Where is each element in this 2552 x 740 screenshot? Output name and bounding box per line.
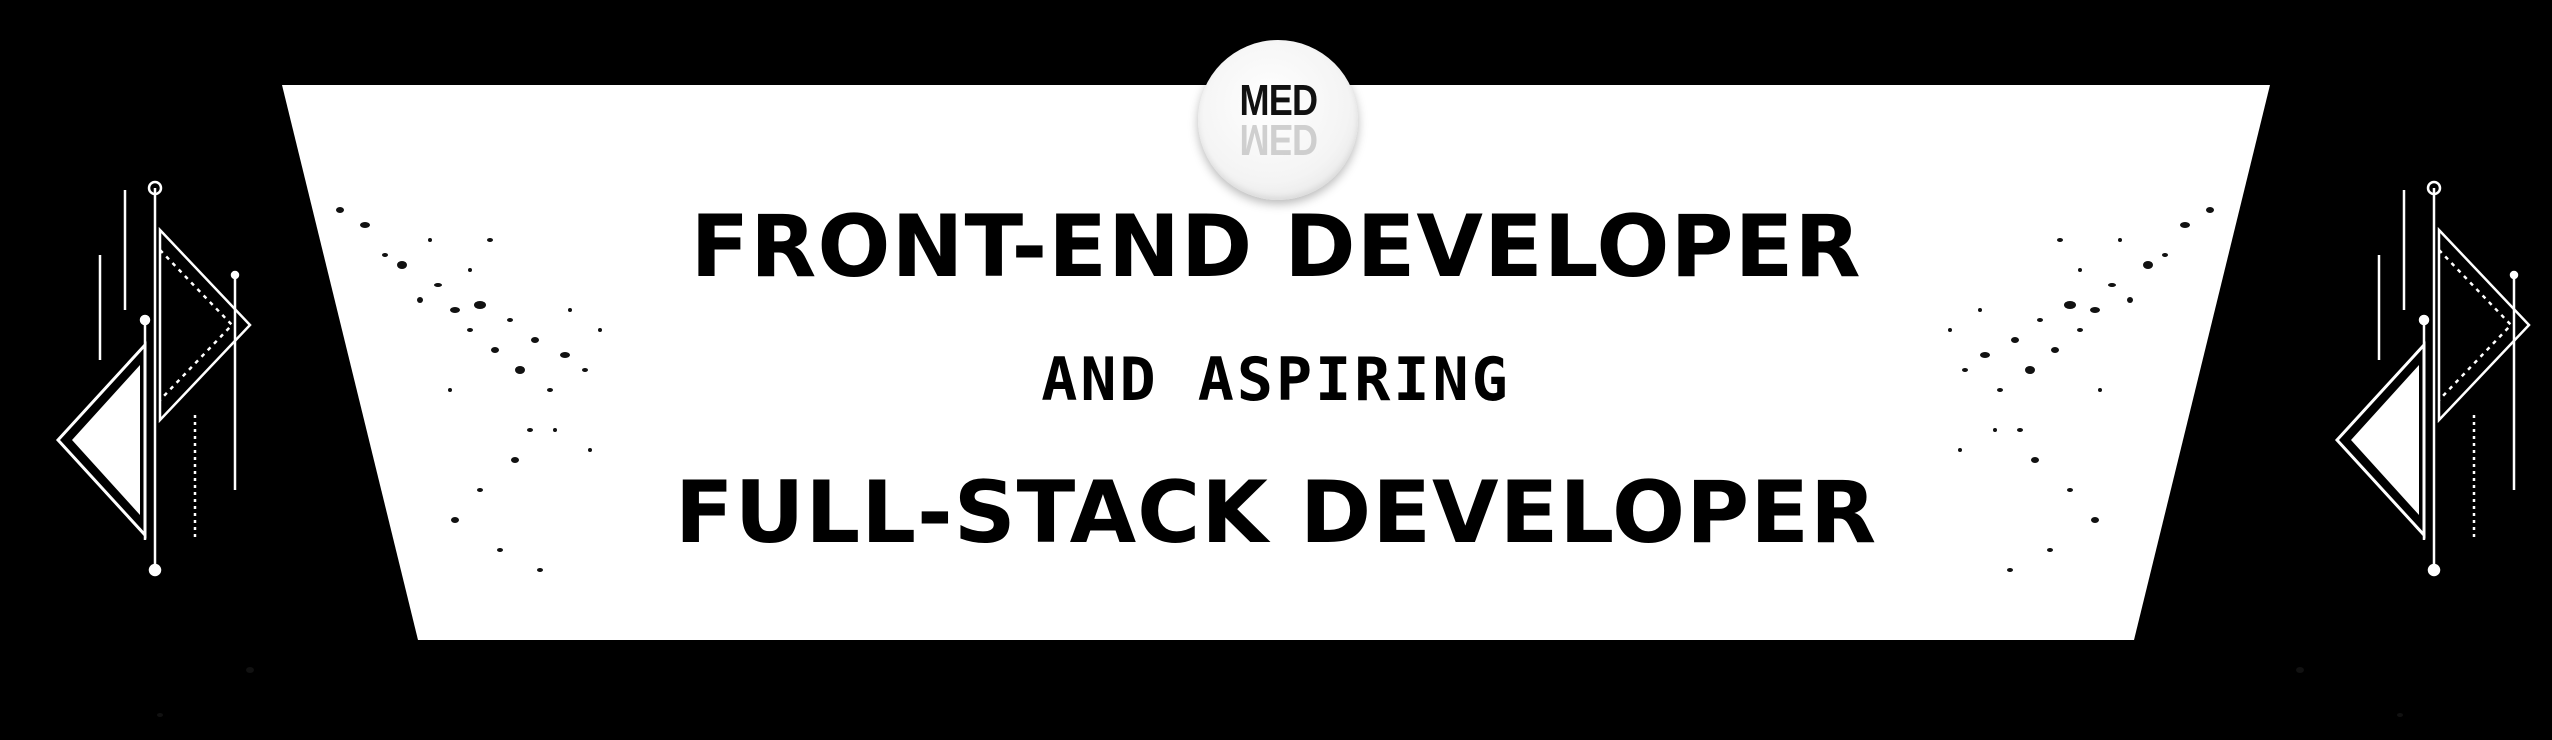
banner: MED MED FRONT-END DEVELOPER AND ASPIRING… [0, 0, 2552, 740]
bottom-band [10, 640, 2542, 730]
headline-and-aspiring: AND ASPIRING [1041, 345, 1511, 415]
headline-front-end: FRONT-END DEVELOPER [690, 197, 1862, 297]
logo-reflection: MED [1239, 115, 1317, 164]
headline-full-stack: FULL-STACK DEVELOPER [674, 463, 1878, 563]
med-logo-icon: MED MED [1198, 40, 1358, 200]
